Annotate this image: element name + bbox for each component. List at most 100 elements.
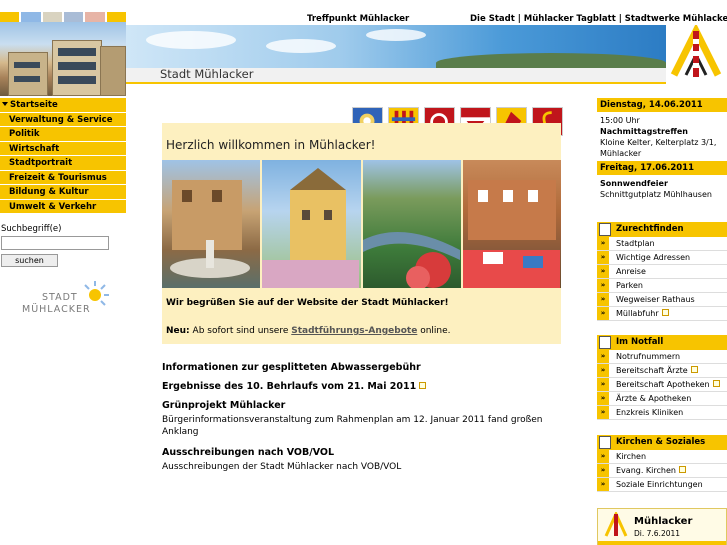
event-name: Nachmittagstreffen — [600, 127, 688, 136]
box-link-label: Anreise — [616, 267, 646, 276]
nav-item-umwelt[interactable]: Umwelt & Verkehr — [0, 199, 126, 214]
nav-item-startseite[interactable]: Startseite — [0, 98, 126, 113]
double-chevron-icon: » — [597, 450, 609, 463]
box-link-label: Bereitschaft Apotheken — [616, 380, 710, 389]
box-im-notfall: Im Notfall » Notrufnummern » Bereitschaft … — [597, 335, 727, 420]
news-title-ausschreibungen[interactable]: Ausschreibungen nach VOB/VOL — [162, 447, 334, 458]
box-head: Zurechtfinden — [597, 222, 727, 237]
box-link-label: Parken — [616, 281, 643, 290]
box-link[interactable]: » Stadtplan — [597, 237, 727, 251]
box-link[interactable]: » Anreise — [597, 265, 727, 279]
box-link[interactable]: » Bereitschaft Ärzte — [597, 364, 727, 378]
stadtfuehrung-link[interactable]: Stadtführungs-Angebote — [291, 326, 417, 336]
nav-item-stadtportrait[interactable]: Stadtportrait — [0, 156, 126, 171]
welcome-box: Herzlich willkommen in Mühlacker! Wir be… — [162, 123, 561, 344]
header-photo-building — [0, 22, 126, 96]
external-link-icon — [712, 380, 720, 387]
box-link[interactable]: » Bereitschaft Apotheken — [597, 378, 727, 392]
title-rule — [126, 82, 666, 84]
external-link-icon — [419, 382, 427, 389]
box-head: Kirchen & Soziales — [597, 435, 727, 450]
top-links[interactable]: Die Stadt | Mühlacker Tagblatt | Stadtwe… — [470, 14, 727, 24]
welcome-photos — [162, 160, 561, 288]
box-link[interactable]: » Müllabfuhr — [597, 307, 727, 321]
box-link[interactable]: » Wegweiser Rathaus — [597, 293, 727, 307]
nav-item-wirtschaft[interactable]: Wirtschaft — [0, 141, 126, 156]
nav-item-freizeit[interactable]: Freizeit & Tourismus — [0, 170, 126, 185]
box-link-label: Wegweiser Rathaus — [616, 295, 695, 304]
box-link-label: Soziale Einrichtungen — [616, 480, 703, 489]
welcome-title: Herzlich willkommen in Mühlacker! — [166, 138, 376, 152]
double-chevron-icon: » — [597, 406, 609, 419]
treffpunkt-link[interactable]: Treffpunkt Mühlacker — [307, 14, 409, 24]
double-chevron-icon: » — [597, 237, 609, 250]
event-time: 15:00 Uhr — [600, 116, 640, 125]
box-link[interactable]: » Parken — [597, 279, 727, 293]
news-title-behrlauf[interactable]: Ergebnisse des 10. Behrlaufs vom 21. Mai… — [162, 381, 416, 392]
double-chevron-icon: » — [597, 378, 609, 391]
box-link[interactable]: » Ärzte & Apotheken — [597, 392, 727, 406]
welcome-greeting: Wir begrüßen Sie auf der Website der Sta… — [166, 298, 449, 308]
search-button[interactable]: suchen — [1, 254, 58, 267]
welcome-news: Neu: Ab sofort sind unsere Stadtführungs… — [166, 326, 451, 336]
double-chevron-icon: » — [597, 392, 609, 405]
event-item[interactable]: Sonnwendfeier Schnittgutplatz Mühlhausen — [597, 175, 727, 202]
stadt-muehlacker-logo[interactable]: STADT MÜHLACKER — [20, 280, 115, 320]
box-link-label: Wichtige Adressen — [616, 253, 691, 262]
box-title: Zurechtfinden — [616, 224, 684, 234]
event-place: Kloine Kelter, Kelterplatz 3/1, Mühlacke… — [600, 138, 717, 158]
nav-label: Startseite — [10, 100, 58, 110]
box-link-label: Bereitschaft Ärzte — [616, 366, 688, 375]
double-chevron-icon: » — [597, 265, 609, 278]
photo-castle[interactable] — [262, 160, 361, 288]
header-banner — [126, 25, 666, 68]
external-link-icon — [690, 366, 698, 373]
box-link[interactable]: » Evang. Kirchen — [597, 464, 727, 478]
color-strip — [0, 12, 126, 22]
weather-crest-icon — [604, 512, 628, 537]
box-kirchen-soziales: Kirchen & Soziales » Kirchen » Evang. Kirc… — [597, 435, 727, 492]
nav-item-verwaltung[interactable]: Verwaltung & Service — [0, 112, 126, 127]
news-title-gruenprojekt[interactable]: Grünprojekt Mühlacker — [162, 400, 285, 411]
news-item-behrlauf[interactable]: Ergebnisse des 10. Behrlaufs vom 21. Mai… — [162, 381, 427, 392]
main-navigation: Startseite Verwaltung & Service Politik … — [0, 98, 126, 214]
event-name: Sonnwendfeier — [600, 179, 668, 188]
box-link[interactable]: » Wichtige Adressen — [597, 251, 727, 265]
box-link-label: Kirchen — [616, 452, 647, 461]
box-link[interactable]: » Notrufnummern — [597, 350, 727, 364]
event-place: Schnittgutplatz Mühlhausen — [600, 190, 712, 199]
news-sub-ausschreibungen: Ausschreibungen der Stadt Mühlacker nach… — [162, 462, 402, 472]
news-title-abwasser[interactable]: Informationen zur gesplitteten Abwasserg… — [162, 362, 421, 373]
muehlacker-crest-icon[interactable] — [666, 23, 727, 84]
double-chevron-icon: » — [597, 279, 609, 292]
event-date[interactable]: Freitag, 17.06.2011 — [597, 161, 727, 175]
signpost-icon — [599, 436, 611, 449]
logo-line1: STADT — [42, 292, 78, 303]
weather-widget[interactable]: Mühlacker Di. 7.6.2011 — [597, 508, 727, 545]
photo-fountain[interactable] — [162, 160, 261, 288]
nav-item-bildung[interactable]: Bildung & Kultur — [0, 185, 126, 200]
search-label: Suchbegriff(e) — [1, 224, 62, 234]
logo-line2: MÜHLACKER — [22, 304, 91, 315]
double-chevron-icon: » — [597, 478, 609, 491]
double-chevron-icon: » — [597, 293, 609, 306]
box-zurechtfinden: Zurechtfinden » Stadtplan » Wichtige Adres… — [597, 222, 727, 321]
nav-item-politik[interactable]: Politik — [0, 127, 126, 142]
weather-date: Di. 7.6.2011 — [634, 529, 681, 538]
left-column: Startseite Verwaltung & Service Politik … — [0, 0, 126, 545]
double-chevron-icon: » — [597, 464, 609, 477]
double-chevron-icon: » — [597, 251, 609, 264]
news-suffix: online. — [420, 326, 451, 336]
box-link-label: Müllabfuhr — [616, 309, 659, 318]
photo-river[interactable] — [362, 160, 461, 288]
event-item[interactable]: 15:00 Uhr Nachmittagstreffen Kloine Kelt… — [597, 112, 727, 161]
box-link-label: Enzkreis Kliniken — [616, 408, 684, 417]
box-link[interactable]: » Enzkreis Kliniken — [597, 406, 727, 420]
box-link[interactable]: » Soziale Einrichtungen — [597, 478, 727, 492]
site-title: Stadt Mühlacker — [160, 67, 254, 81]
news-sub-gruenprojekt: Bürgerinformationsveranstaltung zum Rahm… — [162, 415, 543, 437]
box-link[interactable]: » Kirchen — [597, 450, 727, 464]
photo-market[interactable] — [462, 160, 561, 288]
event-date[interactable]: Dienstag, 14.06.2011 — [597, 98, 727, 112]
search-input[interactable] — [1, 236, 109, 250]
